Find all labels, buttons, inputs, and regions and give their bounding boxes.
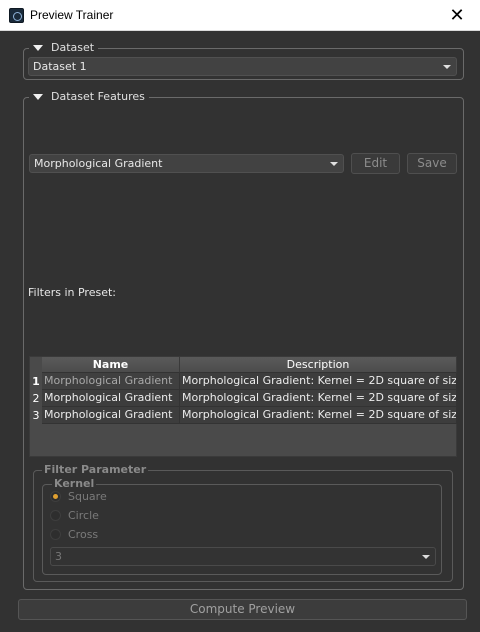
dataset-features-group-header[interactable]: Dataset Features [29,91,149,103]
cell-description[interactable]: Morphological Gradient: Kernel = 2D squa… [180,407,457,424]
cell-name[interactable]: Morphological Gradient [42,373,180,390]
compute-preview-button[interactable]: Compute Preview [18,599,467,620]
radio-circle-label: Circle [68,509,99,522]
dataset-group-header[interactable]: Dataset [29,41,99,54]
preset-select[interactable]: Morphological Gradient [29,154,344,173]
table-row[interactable]: 2 Morphological Gradient Morphological G… [30,390,457,407]
row-number[interactable]: 1 [30,373,42,390]
row-number[interactable]: 3 [30,407,42,424]
cell-name[interactable]: Morphological Gradient [42,390,180,407]
window-title: Preview Trainer [30,8,114,22]
close-button[interactable]: ✕ [434,0,480,31]
radio-cross-label: Cross [68,528,99,541]
table-row[interactable]: 3 Morphological Gradient Morphological G… [30,407,457,424]
table-row[interactable]: 1 Morphological Gradient Morphological G… [30,373,457,390]
kernel-title: Kernel [52,477,97,490]
preset-select-value: Morphological Gradient [34,157,163,170]
filters-in-preset-label: Filters in Preset: [28,286,116,299]
filters-table[interactable]: Name Description 1 Morphological Gradien… [29,356,457,457]
dataset-select-value: Dataset 1 [33,60,87,73]
radio-square-label: Square [68,490,107,503]
dataset-select[interactable]: Dataset 1 [28,57,457,76]
cell-description[interactable]: Morphological Gradient: Kernel = 2D squa… [180,390,457,407]
radio-circle[interactable]: Circle [50,509,99,522]
row-number[interactable]: 2 [30,390,42,407]
dataset-features-group-title: Dataset Features [51,90,145,103]
cell-description[interactable]: Morphological Gradient: Kernel = 2D squa… [180,373,457,390]
chevron-down-icon [443,65,451,69]
edit-button[interactable]: Edit [351,153,400,174]
column-header-name[interactable]: Name [42,357,180,373]
radio-square[interactable]: Square [50,490,107,503]
app-icon [9,8,24,23]
cell-name[interactable]: Morphological Gradient [42,407,180,424]
radio-unchecked-icon[interactable] [50,529,61,540]
filter-parameter-title: Filter Parameter [42,463,149,476]
chevron-down-icon [422,555,430,559]
kernel-size-select[interactable]: 3 [50,547,436,566]
collapse-triangle-icon [33,94,43,100]
save-button[interactable]: Save [407,153,457,174]
chevron-down-icon [330,162,338,166]
dataset-group-title: Dataset [51,41,95,54]
collapse-triangle-icon [33,45,43,51]
kernel-size-value: 3 [55,550,62,563]
radio-unchecked-icon[interactable] [50,510,61,521]
title-bar: Preview Trainer ✕ [0,0,480,31]
radio-checked-icon[interactable] [50,491,61,502]
column-header-description[interactable]: Description [180,357,457,373]
table-header: Name Description [42,357,457,373]
radio-cross[interactable]: Cross [50,528,98,541]
